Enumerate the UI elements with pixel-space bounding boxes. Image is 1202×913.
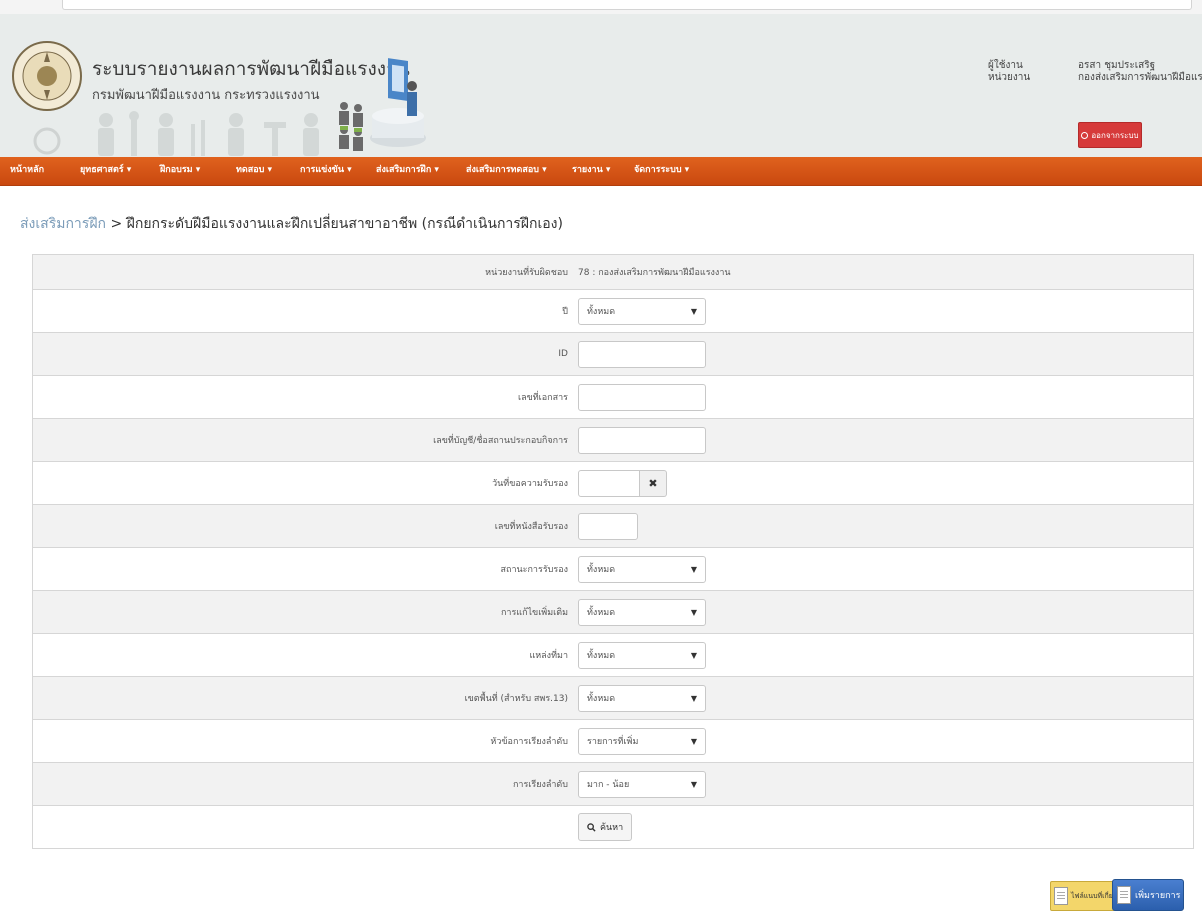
breadcrumb: ส่งเสริมการฝึก > ฝึกยกระดับฝีมือแรงงานแล…: [20, 213, 563, 235]
agency-value: 78 : กองส่งเสริมการพัฒนาฝีมือแรงงาน: [578, 268, 731, 278]
user-info-labels: ผู้ใช้งาน หน่วยงาน: [988, 60, 1030, 84]
site-header: ระบบรายงานผลการพัฒนาฝีมือแรงงาน กรมพัฒนา…: [0, 14, 1202, 158]
form-row-year: ปี ทั้งหมด ▼: [33, 289, 1193, 332]
source-select[interactable]: ทั้งหมด ▼: [578, 641, 706, 669]
attach-files-button[interactable]: ไฟล์แนบที่เกี่ยวข้อง: [1050, 881, 1118, 911]
form-row-reqdate: วันที่ขอความรับรอง ✖: [33, 461, 1193, 504]
dropdown-arrow-icon: ▼: [690, 564, 697, 574]
year-select[interactable]: ทั้งหมด ▼: [578, 297, 706, 325]
dropdown-arrow-icon: ▼: [690, 306, 697, 316]
presenter-illustration: [339, 58, 426, 151]
certno-label: เลขที่หนังสือรับรอง: [494, 522, 568, 532]
status-select-value: ทั้งหมด: [587, 565, 616, 575]
user-info-values: อรสา ชุมประเสริฐ กองส่งเสริมการพัฒนาฝีมื…: [1078, 60, 1202, 84]
breadcrumb-separator: >: [110, 216, 123, 232]
source-label: แหล่งที่มา: [529, 651, 568, 661]
logout-button[interactable]: ออกจากระบบ: [1078, 122, 1142, 148]
sortby-select-value: รายการที่เพิ่ม: [587, 737, 639, 747]
status-select[interactable]: ทั้งหมด ▼: [578, 555, 706, 583]
nav-item-strategy[interactable]: ยุทธศาสตร์ ▾: [80, 157, 131, 185]
order-select-value: มาก - น้อย: [587, 780, 630, 790]
zone-select-value: ทั้งหมด: [587, 694, 616, 704]
attach-files-label: ไฟล์แนบที่เกี่ยวข้อง: [1071, 891, 1117, 900]
form-row-order: การเรียงลำดับ มาก - น้อย ▼: [33, 762, 1193, 805]
account-label: เลขที่บัญชี/ชื่อสถานประกอบกิจการ: [433, 436, 568, 446]
dropdown-arrow-icon: ▼: [690, 693, 697, 703]
main-nav: หน้าหลัก ยุทธศาสตร์ ▾ ฝึกอบรม ▾ ทดสอบ ▾ …: [0, 157, 1202, 186]
form-row-docno: เลขที่เอกสาร: [33, 375, 1193, 418]
department-name: กรมพัฒนาฝีมือแรงงาน กระทรวงแรงงาน: [92, 88, 320, 103]
nav-item-testing-promotion[interactable]: ส่งเสริมการทดสอบ ▾: [466, 157, 547, 185]
form-row-id: ID: [33, 332, 1193, 375]
year-select-value: ทั้งหมด: [587, 307, 616, 317]
add-record-label: เพิ่มรายการ: [1135, 891, 1181, 901]
agency-label: หน่วยงานที่รับผิดชอบ: [485, 268, 568, 278]
search-button-label: ค้นหา: [600, 823, 624, 833]
form-row-edit: การแก้ไขเพิ่มเติม ทั้งหมด ▼: [33, 590, 1193, 633]
edit-select-value: ทั้งหมด: [587, 608, 616, 618]
nav-item-testing[interactable]: ทดสอบ ▾: [236, 157, 272, 185]
zone-label: เขตพื้นที่ (สำหรับ สพร.13): [464, 694, 568, 704]
search-form: หน่วยงานที่รับผิดชอบ 78 : กองส่งเสริมการ…: [32, 254, 1194, 849]
form-row-account: เลขที่บัญชี/ชื่อสถานประกอบกิจการ: [33, 418, 1193, 461]
form-row-zone: เขตพื้นที่ (สำหรับ สพร.13) ทั้งหมด ▼: [33, 676, 1193, 719]
nav-item-competition[interactable]: การแข่งขัน ▾: [300, 157, 352, 185]
search-icon: [587, 822, 596, 832]
sortby-select[interactable]: รายการที่เพิ่ม ▼: [578, 727, 706, 755]
form-row-certno: เลขที่หนังสือรับรอง: [33, 504, 1193, 547]
nav-item-training[interactable]: ฝึกอบรม ▾: [160, 157, 200, 185]
id-label: ID: [558, 349, 568, 359]
form-row-status: สถานะการรับรอง ทั้งหมด ▼: [33, 547, 1193, 590]
docno-input[interactable]: [578, 383, 706, 411]
sortby-label: หัวข้อการเรียงลำดับ: [490, 737, 568, 747]
form-row-source: แหล่งที่มา ทั้งหมด ▼: [33, 633, 1193, 676]
dropdown-arrow-icon: ▼: [690, 736, 697, 746]
dropdown-arrow-icon: ▼: [690, 607, 697, 617]
form-row-search: ค้นหา: [33, 805, 1193, 848]
reqdate-picker: ✖: [578, 469, 667, 497]
dropdown-arrow-icon: ▼: [690, 779, 697, 789]
dropdown-arrow-icon: ▼: [690, 650, 697, 660]
account-input[interactable]: [578, 426, 706, 454]
nav-item-system-admin[interactable]: จัดการระบบ ▾: [634, 157, 689, 185]
edit-label: การแก้ไขเพิ่มเติม: [500, 608, 568, 618]
certno-input[interactable]: [578, 512, 638, 540]
logout-label: ออกจากระบบ: [1091, 130, 1139, 140]
clear-date-icon[interactable]: ✖: [640, 469, 667, 497]
user-label: ผู้ใช้งาน: [988, 60, 1023, 71]
browser-top-strip: [0, 0, 1202, 14]
document-icon: [1054, 887, 1068, 905]
reqdate-input[interactable]: [578, 469, 640, 497]
search-button[interactable]: ค้นหา: [578, 813, 633, 841]
user-name: อรสา ชุมประเสริฐ: [1078, 60, 1156, 71]
id-input[interactable]: [578, 340, 706, 368]
unit-label: หน่วยงาน: [988, 72, 1031, 83]
worker-silhouettes-graphic: [98, 111, 319, 156]
power-icon: [1081, 131, 1089, 139]
edit-select[interactable]: ทั้งหมด ▼: [578, 598, 706, 626]
unit-name: กองส่งเสริมการพัฒนาฝีมือแรงงาน: [1078, 72, 1202, 83]
status-label: สถานะการรับรอง: [500, 565, 569, 575]
nav-item-home[interactable]: หน้าหลัก: [10, 157, 44, 185]
docno-label: เลขที่เอกสาร: [518, 393, 568, 403]
form-row-sortby: หัวข้อการเรียงลำดับ รายการที่เพิ่ม ▼: [33, 719, 1193, 762]
order-select[interactable]: มาก - น้อย ▼: [578, 770, 706, 798]
department-seal-logo: [12, 41, 82, 155]
zone-select[interactable]: ทั้งหมด ▼: [578, 684, 706, 712]
nav-item-training-promotion[interactable]: ส่งเสริมการฝึก ▾: [376, 157, 439, 185]
order-label: การเรียงลำดับ: [512, 780, 568, 790]
document-add-icon: [1117, 886, 1131, 904]
nav-item-reports[interactable]: รายงาน ▾: [572, 157, 610, 185]
breadcrumb-parent-link[interactable]: ส่งเสริมการฝึก: [20, 216, 106, 232]
year-label: ปี: [562, 307, 568, 317]
source-select-value: ทั้งหมด: [587, 651, 616, 661]
breadcrumb-current: ฝึกยกระดับฝีมือแรงงานและฝึกเปลี่ยนสาขาอา…: [126, 216, 563, 232]
add-record-button[interactable]: เพิ่มรายการ: [1112, 879, 1184, 911]
form-row-agency: หน่วยงานที่รับผิดชอบ 78 : กองส่งเสริมการ…: [33, 255, 1193, 289]
reqdate-label: วันที่ขอความรับรอง: [492, 479, 568, 489]
